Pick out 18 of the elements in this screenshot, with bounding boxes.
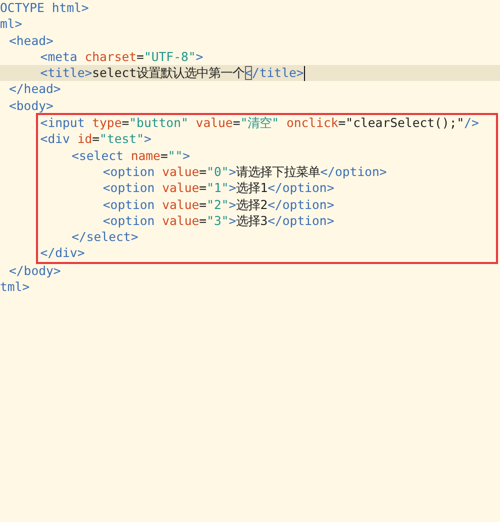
code-line: <body> [8,98,54,114]
code-line: <select name=""> [70,148,190,164]
code-line: <div id="test"> [39,131,152,148]
code-line: </head> [8,81,61,98]
code-line: <option value="1">选择1</option> [102,180,334,197]
code-line: ml> [0,16,22,33]
code-line: <option value="2">选择2</option> [102,196,334,213]
code-line: <option value="0">请选择下拉菜单</option> [102,164,387,180]
code-line: <head> [8,32,54,49]
code-line: <meta charset="UTF-8"> [39,48,204,66]
code-line: </body> [8,262,61,280]
code-line: <option value="3">选择3</option> [102,212,334,230]
code-line: </select> [70,229,138,246]
code-line: <input type="button" value="清空" onclick="clearSelect();"/> [39,115,479,132]
code-line: OCTYPE html> [0,0,89,16]
code-line: </div> [39,245,85,262]
code-line: tml> [0,279,30,296]
text-cursor [304,66,306,81]
